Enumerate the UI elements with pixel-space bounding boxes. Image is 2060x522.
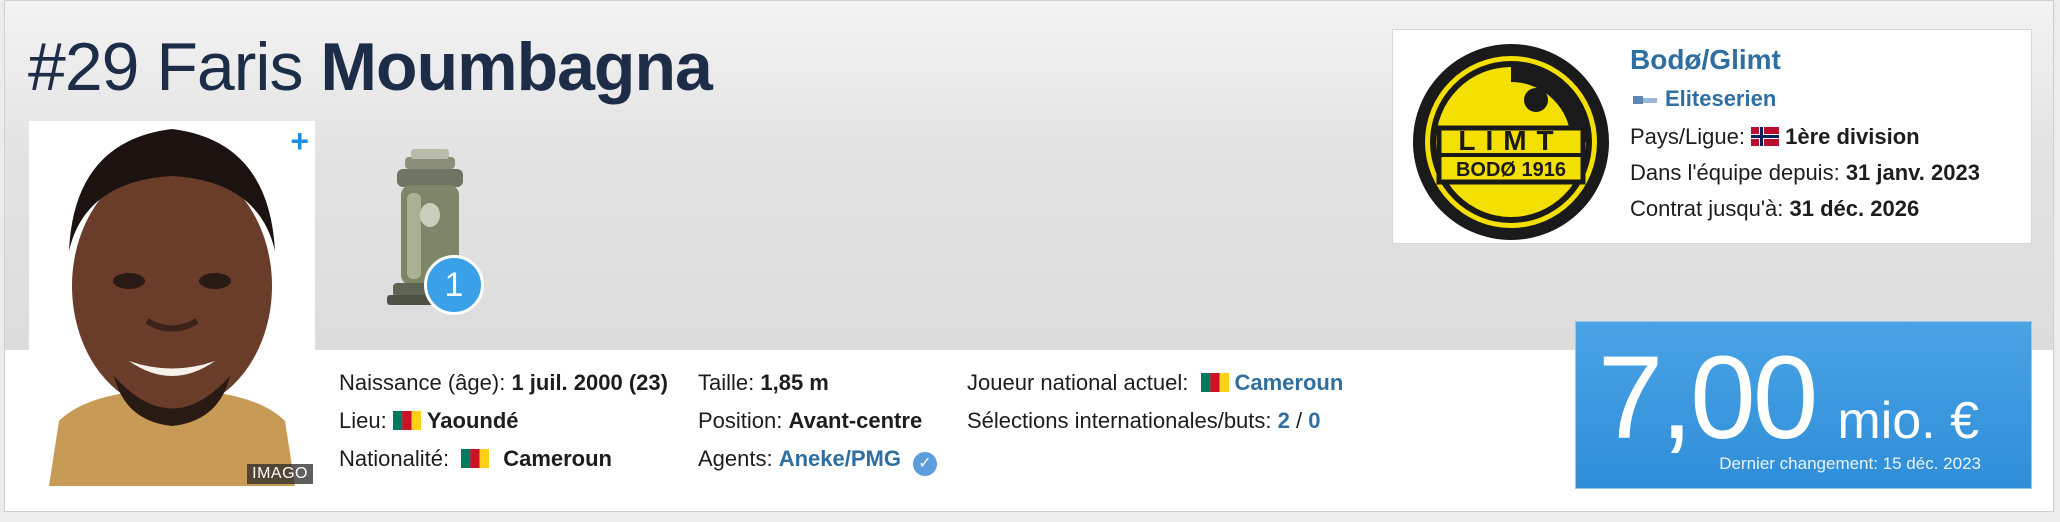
player-portrait-icon [29, 121, 315, 486]
club-contract-row: Contrat jusqu'à: 31 déc. 2026 [1630, 196, 1919, 222]
national-player-row: Joueur national actuel: Cameroun [967, 368, 1343, 398]
league-link[interactable]: Eliteserien [1633, 86, 1776, 112]
player-photo[interactable]: + IMAGO [29, 121, 315, 486]
photo-credit: IMAGO [247, 464, 313, 484]
player-header-card: #29 Faris Moumbagna + IMAGO 1 LIMT BODØ … [4, 0, 2054, 512]
club-box: LIMT BODØ 1916 Bodø/Glimt Eliteserien Pa… [1392, 29, 2032, 244]
height-label: Taille: [698, 370, 755, 395]
national-player-label: Joueur national actuel: [967, 370, 1189, 395]
caps-label: Sélections internationales/buts: [967, 408, 1272, 433]
norway-flag-icon [1751, 127, 1780, 146]
market-value-amount: 7,00 [1597, 332, 1819, 464]
market-value-unit: mio. € [1837, 392, 1979, 450]
position-value: Avant-centre [788, 408, 923, 433]
height-value: 1,85 m [760, 370, 829, 395]
last-name: Moumbagna [320, 29, 712, 105]
add-photo-button[interactable]: + [290, 125, 309, 157]
agents-row: Agents: Aneke/PMG ✓ [698, 444, 937, 476]
club-since-label: Dans l'équipe depuis: [1630, 160, 1840, 185]
position-row: Position: Avant-centre [698, 406, 922, 436]
market-value: 7,00 mio. € [1598, 330, 1979, 466]
club-country-label: Pays/Ligue: [1630, 124, 1745, 149]
league-logo-icon [1633, 96, 1657, 105]
club-contract-value: 31 déc. 2026 [1789, 196, 1920, 221]
club-country-value[interactable]: 1ère division [1785, 124, 1920, 149]
market-value-box[interactable]: 7,00 mio. € Dernier changement: 15 déc. 2… [1575, 321, 2032, 489]
caps-link[interactable]: 2 [1278, 408, 1290, 433]
club-country-row: Pays/Ligue: 1ère division [1630, 124, 1920, 150]
place-value: Yaoundé [426, 408, 519, 433]
agents-label: Agents: [698, 446, 773, 471]
national-team-link[interactable]: Cameroun [1235, 370, 1344, 395]
place-label: Lieu: [339, 408, 387, 433]
trophy-count-badge[interactable]: 1 [424, 255, 484, 315]
first-name: Faris [156, 29, 303, 105]
league-name: Eliteserien [1665, 86, 1777, 111]
birth-value: 1 juil. 2000 (23) [511, 370, 668, 395]
shirt-number: #29 [28, 29, 139, 105]
agents-link[interactable]: Aneke/PMG [779, 446, 901, 471]
caps-row: Sélections internationales/buts: 2 / 0 [967, 406, 1321, 436]
position-label: Position: [698, 408, 783, 433]
birth-row: Naissance (âge): 1 juil. 2000 (23) [339, 368, 668, 398]
nationality-row: Nationalité: Cameroun [339, 444, 612, 474]
market-value-last-change: Dernier changement: 15 déc. 2023 [1719, 454, 1981, 473]
nationality-label: Nationalité: [339, 446, 450, 471]
cameroon-flag-icon [1200, 373, 1229, 392]
goals-link[interactable]: 0 [1308, 408, 1320, 433]
club-contract-label: Contrat jusqu'à: [1630, 196, 1784, 221]
page-title: #29 Faris Moumbagna [28, 27, 713, 107]
cameroon-flag-icon [392, 411, 421, 430]
club-since-value: 31 janv. 2023 [1845, 160, 1980, 185]
club-since-row: Dans l'équipe depuis: 31 janv. 2023 [1630, 160, 1980, 186]
club-logo-text-top: LIMT [1458, 125, 1563, 156]
verified-check-icon: ✓ [913, 452, 937, 476]
club-logo-icon[interactable]: LIMT BODØ 1916 [1411, 42, 1611, 242]
height-row: Taille: 1,85 m [698, 368, 829, 398]
nationality-value: Cameroun [503, 446, 612, 471]
caps-separator: / [1296, 408, 1303, 433]
club-logo-text-bottom: BODØ 1916 [1456, 159, 1566, 181]
birth-label: Naissance (âge): [339, 370, 506, 395]
place-row: Lieu: Yaoundé [339, 406, 519, 436]
cameroon-flag-icon [461, 449, 490, 468]
club-name-link[interactable]: Bodø/Glimt [1630, 44, 1781, 76]
